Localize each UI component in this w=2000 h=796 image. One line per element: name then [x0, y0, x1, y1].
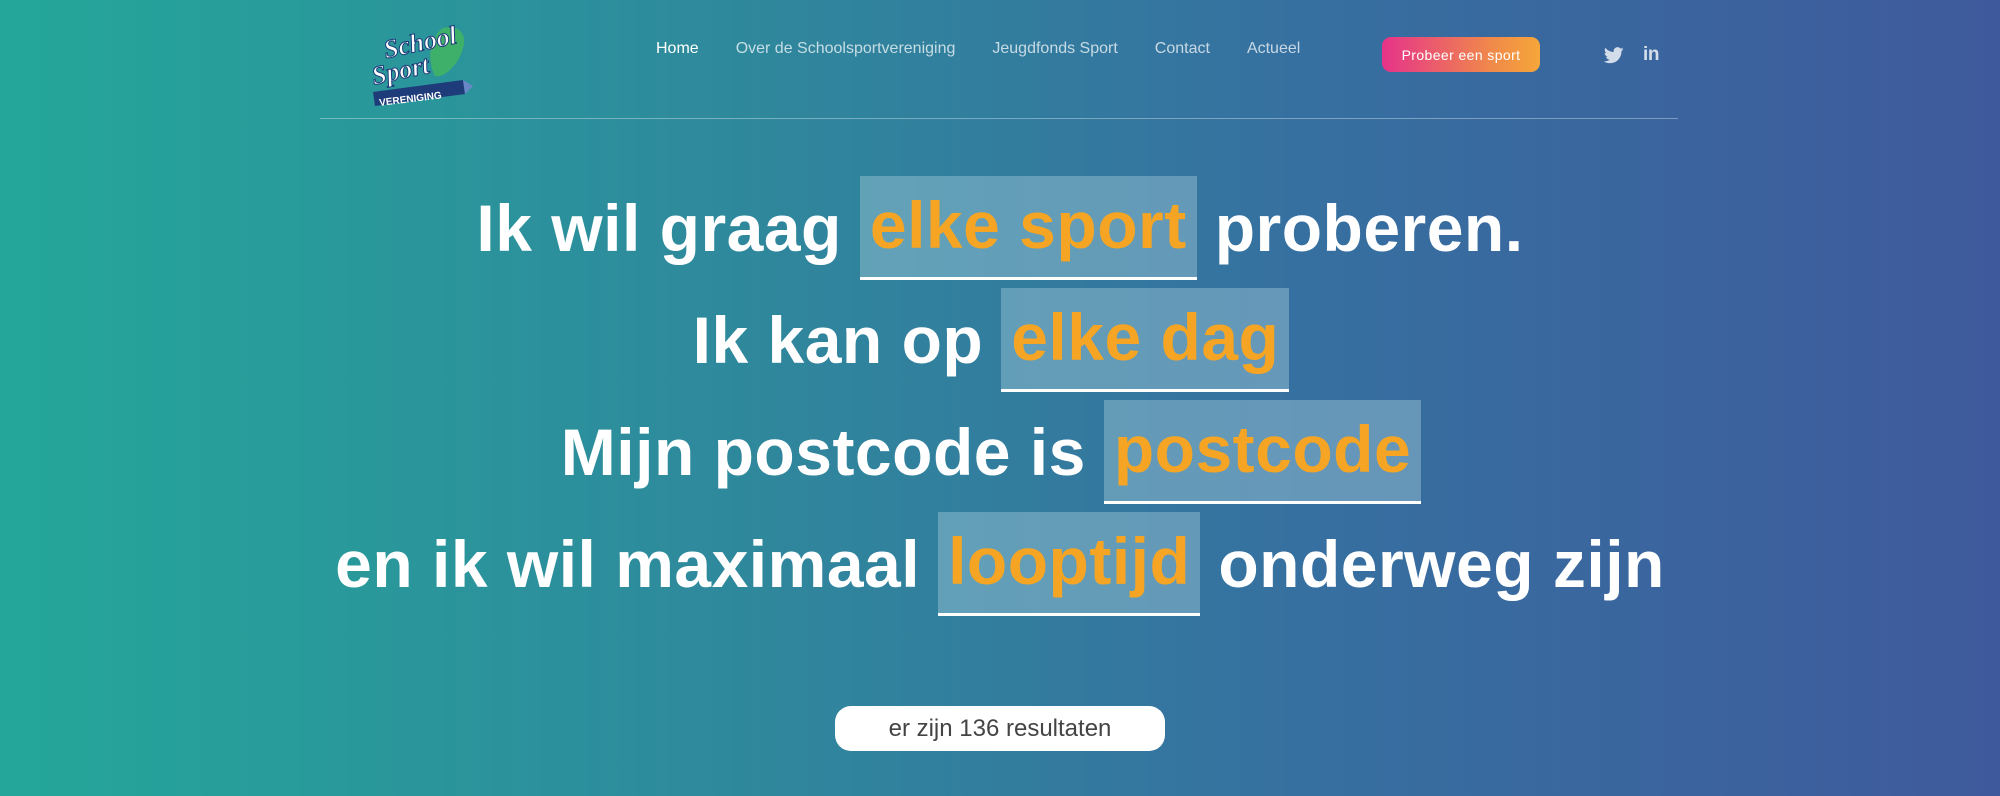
- nav-home[interactable]: Home: [656, 40, 699, 58]
- sentence-line-postcode: Mijn postcode is postcode: [0, 396, 2000, 508]
- day-selector[interactable]: elke dag: [1001, 288, 1290, 392]
- school-sport-vereniging-logo[interactable]: School Sport VERENIGING: [365, 20, 485, 108]
- sport-selector[interactable]: elke sport: [859, 176, 1197, 280]
- main-nav: Home Over de Schoolsportvereniging Jeugd…: [656, 40, 1337, 58]
- line-text: Mijn postcode is: [560, 415, 1086, 489]
- linkedin-icon[interactable]: in: [1640, 44, 1662, 66]
- site-header: School Sport VERENIGING Home Over de Sch…: [320, 0, 1678, 119]
- sentence-line-day: Ik kan op elke dag: [0, 284, 2000, 396]
- nav-contact[interactable]: Contact: [1155, 40, 1210, 58]
- results-count-button[interactable]: er zijn 136 resultaten: [835, 706, 1165, 751]
- postcode-input[interactable]: postcode: [1103, 400, 1422, 504]
- sentence-line-sport: Ik wil graag elke sport proberen.: [0, 172, 2000, 284]
- nav-jeugdfonds-sport[interactable]: Jeugdfonds Sport: [992, 40, 1117, 58]
- nav-over-de-schoolsportvereniging[interactable]: Over de Schoolsportvereniging: [736, 40, 956, 58]
- svg-text:Sport: Sport: [369, 50, 432, 91]
- probeer-een-sport-button[interactable]: Probeer een sport: [1382, 37, 1540, 72]
- twitter-icon[interactable]: [1603, 44, 1625, 66]
- travel-time-selector[interactable]: looptijd: [938, 512, 1201, 616]
- line-text: Ik wil graag: [476, 191, 842, 265]
- line-text: Ik kan op: [692, 303, 984, 377]
- line-text: en ik wil maximaal: [335, 527, 921, 601]
- line-text: proberen.: [1214, 191, 1524, 265]
- sport-search-sentence: Ik wil graag elke sport proberen. Ik kan…: [0, 172, 2000, 620]
- line-text: onderweg zijn: [1218, 527, 1665, 601]
- sentence-line-travel-time: en ik wil maximaal looptijd onderweg zij…: [0, 508, 2000, 620]
- nav-actueel[interactable]: Actueel: [1247, 40, 1300, 58]
